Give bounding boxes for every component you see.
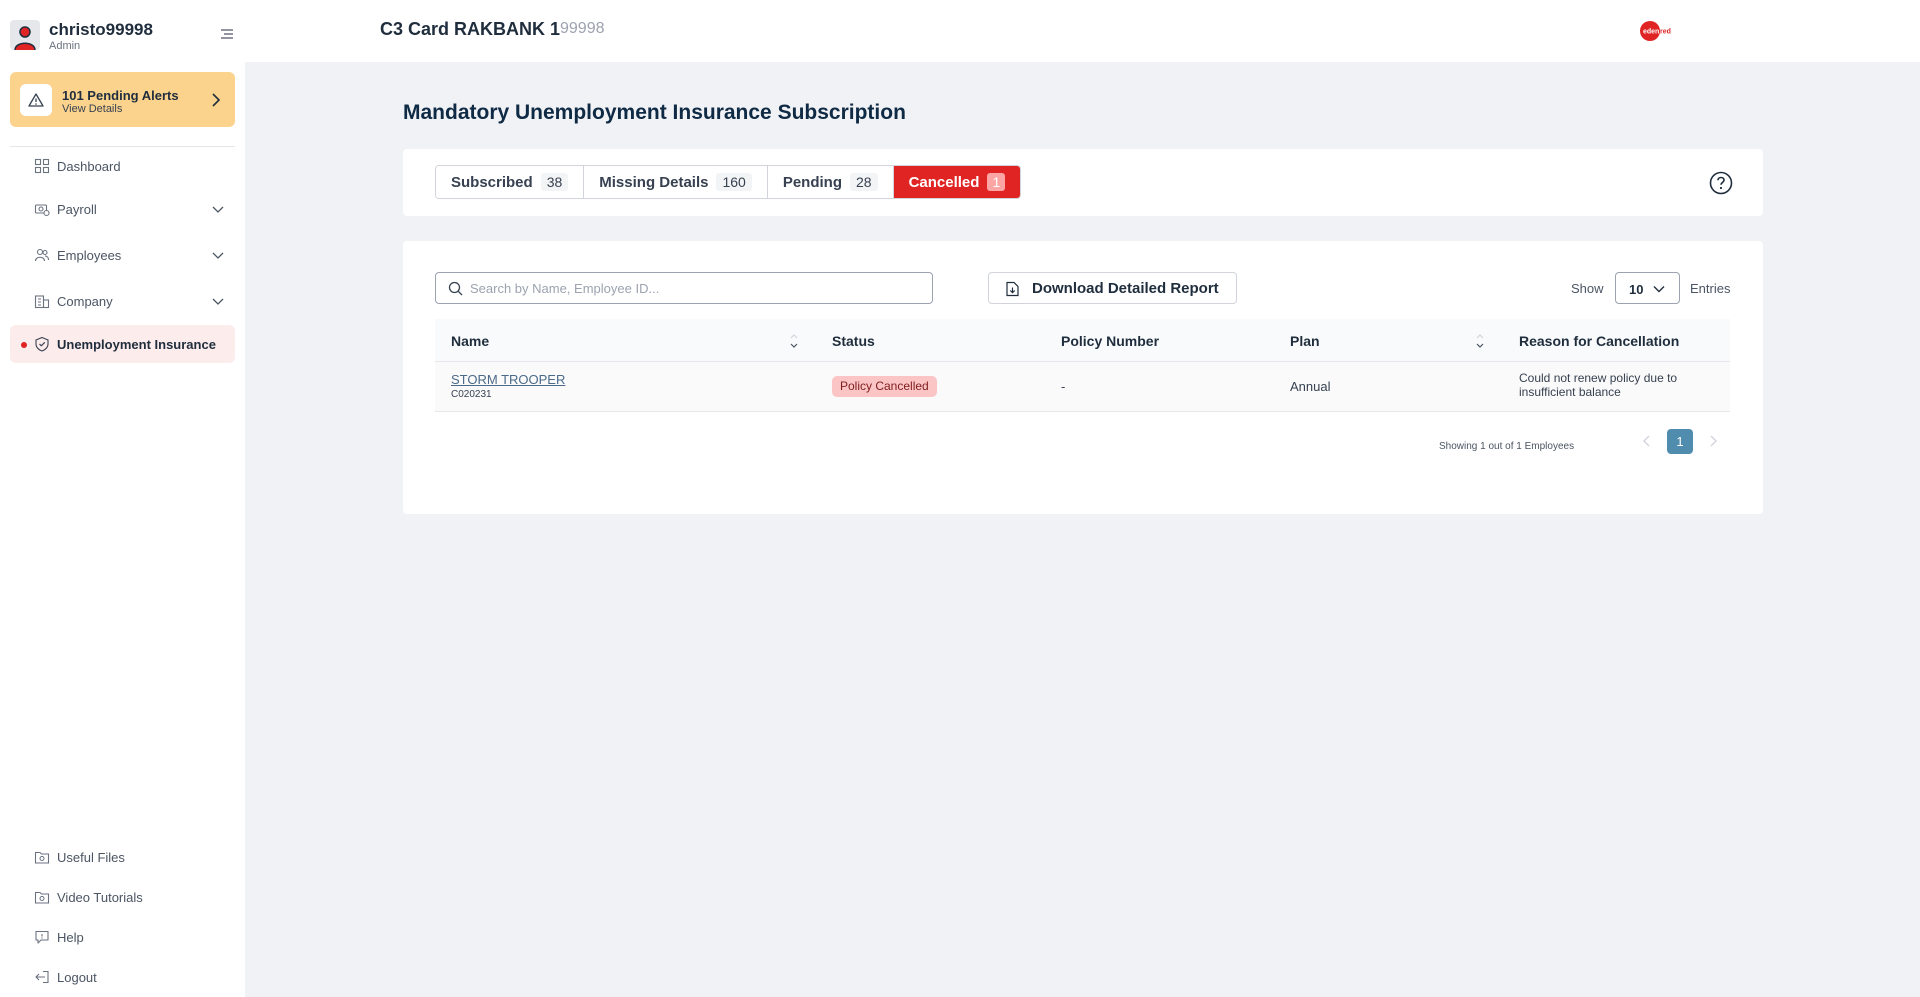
pagination-summary: Showing 1 out of 1 Employees — [1439, 441, 1575, 452]
sidebar-item-label: Employees — [57, 248, 122, 263]
status-tabs-card: Subscribed 38 Missing Details 160 Pendin… — [403, 149, 1763, 216]
sidebar-item-logout[interactable]: Logout — [10, 958, 235, 996]
company-name: C3 Card RAKBANK 1 — [380, 19, 561, 39]
sidebar-item-label: Useful Files — [57, 850, 125, 865]
policy-number: - — [1061, 379, 1066, 394]
download-report-button[interactable]: Download Detailed Report — [988, 272, 1237, 304]
search-icon — [448, 281, 463, 296]
sidebar-item-payroll[interactable]: Payroll — [10, 190, 235, 228]
show-label: Show — [1571, 281, 1604, 296]
sidebar-item-label: Dashboard — [57, 159, 121, 174]
column-header-policy-number: Policy Number — [1061, 333, 1160, 349]
user-role: Admin — [49, 40, 81, 52]
pending-alerts-card[interactable]: 101 Pending Alerts View Details — [10, 72, 235, 127]
entries-value: 10 — [1629, 282, 1644, 297]
active-indicator — [21, 342, 27, 348]
chevron-down-icon — [1653, 286, 1665, 293]
table-row: STORM TROOPER C020231 Policy Cancelled -… — [435, 361, 1730, 412]
dashboard-icon — [34, 158, 50, 174]
search-box — [435, 272, 933, 304]
table-header: Name Status Policy Number Plan Reason fo… — [435, 319, 1730, 361]
tab-count: 28 — [850, 173, 878, 191]
sidebar-item-unemployment-insurance[interactable]: Unemployment Insurance — [10, 325, 235, 363]
alert-view-details[interactable]: View Details — [62, 103, 122, 115]
avatar — [10, 20, 40, 50]
entries-label: Entries — [1690, 281, 1731, 296]
chevron-right-icon[interactable] — [1707, 433, 1719, 449]
folder-icon — [34, 891, 50, 904]
edenred-logo: eden red — [1640, 21, 1671, 41]
search-input[interactable] — [470, 273, 920, 303]
sidebar-item-dashboard[interactable]: Dashboard — [10, 147, 235, 185]
sort-icon[interactable] — [1474, 331, 1486, 351]
entries-select[interactable]: 10 — [1615, 272, 1680, 304]
svg-text:eden: eden — [1643, 29, 1659, 36]
column-header-reason: Reason for Cancellation — [1519, 333, 1680, 349]
tab-count: 1 — [987, 173, 1006, 191]
warning-icon — [28, 93, 44, 107]
tab-subscribed[interactable]: Subscribed 38 — [436, 166, 585, 198]
status-tabs: Subscribed 38 Missing Details 160 Pendin… — [435, 165, 1022, 199]
chevron-down-icon — [212, 206, 224, 213]
folder-icon — [34, 851, 50, 864]
tab-label: Subscribed — [451, 173, 533, 191]
sidebar-item-help[interactable]: Help — [10, 918, 235, 956]
chevron-down-icon — [212, 298, 224, 305]
sidebar-item-label: Video Tutorials — [57, 890, 143, 905]
column-header-status: Status — [832, 333, 875, 349]
cancellation-reason: Could not renew policy due to insufficie… — [1519, 371, 1678, 399]
help-chat-icon — [35, 930, 49, 944]
download-report-label: Download Detailed Report — [1032, 280, 1219, 297]
sidebar-item-video-tutorials[interactable]: Video Tutorials — [10, 878, 235, 916]
payroll-icon — [34, 204, 50, 217]
user-avatar-icon — [14, 26, 36, 50]
tab-label: Cancelled — [908, 173, 980, 191]
tab-label: Missing Details — [599, 173, 709, 191]
sidebar-item-label: Unemployment Insurance — [57, 337, 216, 352]
logout-icon — [35, 970, 49, 984]
sidebar-item-useful-files[interactable]: Useful Files — [10, 838, 235, 876]
plan: Annual — [1290, 379, 1331, 394]
company-id: 99998 — [560, 20, 605, 37]
employee-table-card: Download Detailed Report Show 10 Entries… — [403, 241, 1763, 514]
sidebar-item-company[interactable]: Company — [10, 282, 235, 320]
sidebar-item-label: Payroll — [57, 202, 97, 217]
chevron-right-icon — [212, 93, 221, 107]
sidebar-item-label: Logout — [57, 970, 97, 985]
download-file-icon — [1006, 281, 1019, 297]
tab-count: 38 — [540, 173, 569, 191]
employee-name-link[interactable]: STORM TROOPER — [451, 372, 565, 387]
page-title: Mandatory Unemployment Insurance Subscri… — [403, 101, 906, 124]
status-badge: Policy Cancelled — [832, 376, 937, 397]
tab-label: Pending — [782, 173, 842, 191]
tab-count: 160 — [716, 173, 752, 191]
employees-icon — [34, 248, 50, 262]
tab-pending[interactable]: Pending 28 — [767, 166, 894, 198]
chevron-left-icon[interactable] — [1641, 433, 1653, 449]
tab-missing-details[interactable]: Missing Details 160 — [584, 166, 768, 198]
sidebar-item-label: Help — [57, 930, 84, 945]
menu-collapse-icon[interactable] — [219, 26, 235, 42]
shield-check-icon — [35, 336, 49, 352]
column-header-name[interactable]: Name — [451, 333, 489, 349]
chevron-down-icon — [212, 252, 224, 259]
top-header: C3 Card RAKBANK 1 99998 eden red — [245, 0, 1920, 62]
company-icon — [34, 295, 50, 309]
column-header-plan[interactable]: Plan — [1290, 333, 1320, 349]
employee-id: C020231 — [451, 389, 492, 400]
tab-cancelled[interactable]: Cancelled 1 — [893, 166, 1021, 198]
svg-text:red: red — [1660, 29, 1671, 36]
sidebar-item-label: Company — [57, 294, 113, 309]
sidebar-item-employees[interactable]: Employees — [10, 236, 235, 274]
alert-title: 101 Pending Alerts — [62, 88, 179, 103]
user-profile[interactable]: christo99998 Admin — [10, 20, 235, 52]
user-name: christo99998 — [49, 20, 153, 39]
sort-icon[interactable] — [788, 331, 800, 351]
help-circle-icon[interactable] — [1709, 171, 1733, 195]
sidebar: christo99998 Admin 101 Pending Alerts Vi… — [0, 0, 245, 997]
page-number-current[interactable]: 1 — [1667, 429, 1693, 454]
alert-icon-box — [20, 84, 52, 116]
